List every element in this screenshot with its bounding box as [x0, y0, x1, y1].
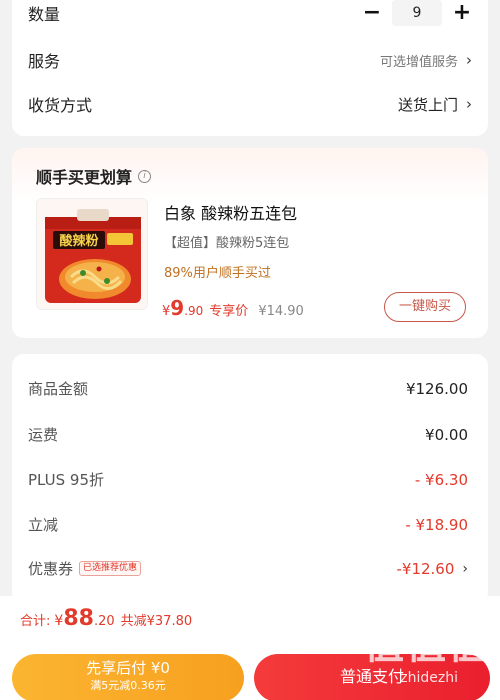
total-line: 合计: ¥ 88 .20 共减¥37.80 [20, 606, 192, 631]
exclusive-price-label: 专享价 [209, 304, 249, 319]
delivery-value: 送货上门 [397, 95, 458, 114]
chevron-right-icon: › [466, 95, 472, 113]
quantity-stepper: − 9 + [362, 0, 472, 26]
summary-value: - ¥6.30 [414, 470, 468, 489]
summary-label: 运费 [28, 426, 59, 444]
plus-icon[interactable]: + [452, 2, 472, 24]
delivery-label: 收货方式 [28, 96, 93, 115]
minus-icon[interactable]: − [362, 2, 382, 24]
section-title: 顺手买更划算 i [36, 164, 152, 188]
delivery-row[interactable]: 收货方式 送货上门 › [28, 92, 472, 116]
pay-later-button[interactable]: 先享后付 ¥0 满5元减0.36元 [12, 654, 244, 700]
total-label: 合计: [20, 614, 51, 629]
summary-value: -¥12.60 [396, 559, 455, 578]
price-decimal: .90 [184, 304, 204, 318]
summary-label: 优惠券 [28, 560, 74, 578]
currency-symbol: ¥ [54, 613, 64, 629]
service-label: 服务 [28, 52, 61, 71]
pay-later-subtitle: 满5元减0.36元 [90, 679, 166, 692]
quantity-label: 数量 [28, 5, 61, 24]
price-integer: 9 [170, 296, 185, 320]
product-subtitle: 【超值】酸辣粉5连包 [164, 236, 290, 251]
price-line: ¥ 9 .90 专享价 ¥14.90 [162, 296, 304, 320]
pay-later-title: 先享后付 ¥0 [86, 659, 170, 677]
noodle-package-image: 酸辣粉 [37, 199, 147, 309]
summary-row: 立减 - ¥18.90 [28, 514, 468, 535]
summary-value: ¥126.00 [405, 379, 468, 398]
coupon-row[interactable]: 优惠券 已选推荐优惠 -¥12.60 › [28, 558, 468, 579]
service-value: 可选增值服务 [379, 54, 458, 70]
package-brand-text: 酸辣粉 [59, 233, 98, 249]
coupon-tag: 已选推荐优惠 [79, 561, 142, 576]
product-name[interactable]: 白象 酸辣粉五连包 [164, 200, 297, 224]
one-click-buy-button[interactable]: 一键购买 [384, 292, 466, 322]
summary-row: PLUS 95折 - ¥6.30 [28, 469, 468, 490]
summary-row: 商品金额 ¥126.00 [28, 378, 468, 399]
summary-label: 商品金额 [28, 380, 89, 398]
original-price: ¥14.90 [258, 304, 304, 319]
summary-value: ¥0.00 [425, 425, 468, 444]
info-icon[interactable]: i [138, 169, 152, 183]
summary-row: 运费 ¥0.00 [28, 424, 468, 445]
total-integer: 88 [63, 606, 94, 631]
bundle-recommendation-card: 顺手买更划算 i 酸辣粉 白象 酸辣粉五连包 【超值】酸辣粉5连包 89%用户顺… [12, 148, 488, 338]
watermark-text: zhidezhi [400, 670, 458, 686]
price-summary-card: 商品金额 ¥126.00 运费 ¥0.00 PLUS 95折 - ¥6.30 立… [12, 354, 488, 604]
total-decimal: .20 [93, 614, 115, 629]
chevron-right-icon: › [462, 560, 468, 577]
total-saved: 共减¥37.80 [120, 614, 193, 629]
bundle-title: 顺手买更划算 [36, 168, 133, 187]
summary-value: - ¥18.90 [405, 515, 468, 534]
purchase-stat: 89%用户顺手买过 [164, 266, 271, 281]
currency-symbol: ¥ [162, 304, 171, 319]
summary-label: PLUS 95折 [28, 471, 105, 489]
chevron-right-icon: › [466, 51, 472, 69]
order-options-card: 数量 − 9 + 服务 可选增值服务 › 收货方式 送货上门 › [12, 0, 488, 136]
watermark-logo: 值值值 [364, 622, 490, 668]
summary-label: 立减 [28, 516, 59, 534]
quantity-row: 数量 − 9 + [28, 0, 472, 26]
product-thumbnail[interactable]: 酸辣粉 [36, 198, 148, 310]
service-row[interactable]: 服务 可选增值服务 › [28, 48, 472, 72]
quantity-input[interactable]: 9 [392, 0, 442, 26]
